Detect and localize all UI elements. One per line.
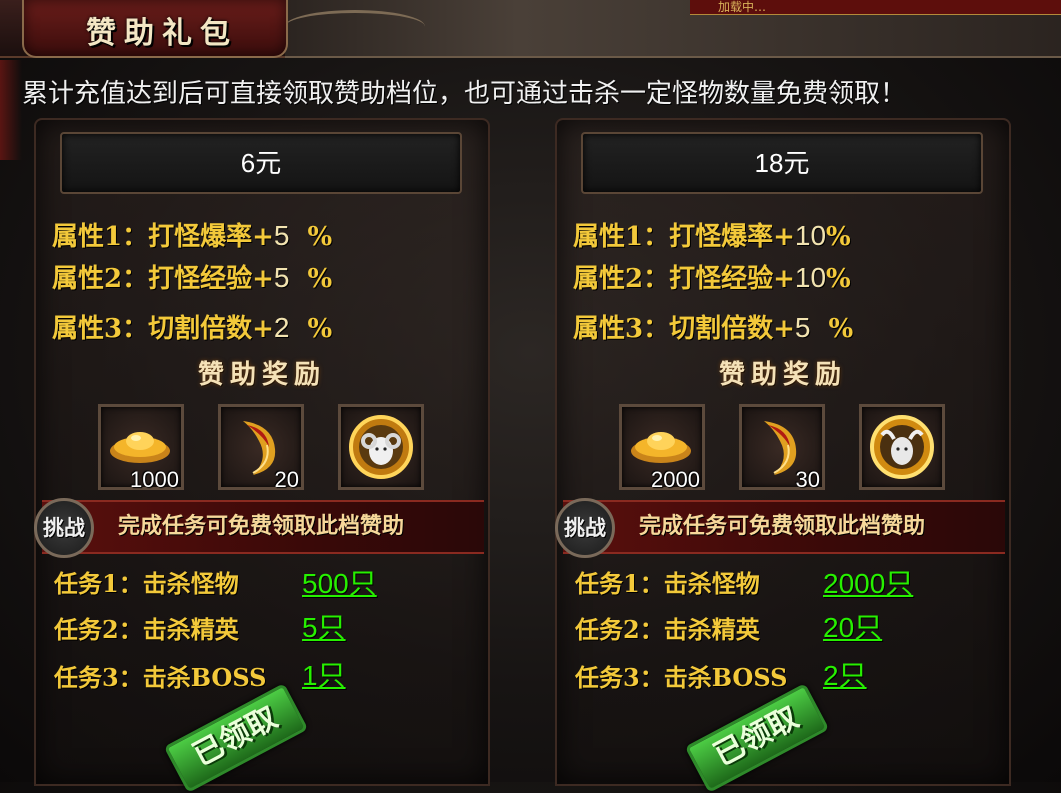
attribute-1: 属性1：打怪爆率+10% <box>573 218 851 254</box>
attribute-unit: % <box>307 314 333 344</box>
reward-title: 赞助奖励 <box>197 360 326 390</box>
attribute-label: 属性1：打怪爆率+ <box>52 222 274 252</box>
attribute-label: 属性3：切割倍数+ <box>573 314 795 344</box>
attribute-unit: % <box>826 222 851 252</box>
challenge-badge[interactable]: 挑战 <box>555 498 615 558</box>
notice-text: 累计充值达到后可直接领取赞助档位，也可通过击杀一定怪物数量免费领取！ <box>22 79 907 109</box>
title-tab: 赞助礼包 <box>22 0 288 58</box>
tier-price: 6元 <box>60 132 462 194</box>
claimed-stamp: 已领取 <box>163 683 309 793</box>
window-title: 赞助礼包 <box>86 16 238 51</box>
attribute-value: 2 <box>273 312 290 343</box>
attribute-value: 5 <box>273 220 290 251</box>
attribute-label: 属性1：打怪爆率+ <box>573 222 795 252</box>
gold-ingot-icon <box>110 432 170 463</box>
task-3-label: 任务3：击杀BOSS <box>54 663 267 692</box>
task-1-target-link[interactable]: 2000只 <box>823 564 913 604</box>
attribute-unit: % <box>307 222 333 252</box>
attribute-label: 属性2：打怪经验+ <box>573 264 795 294</box>
attribute-unit: % <box>826 264 851 294</box>
attribute-1: 属性1：打怪爆率+5% <box>52 218 332 254</box>
reward-item-horn[interactable]: 20 <box>218 404 304 492</box>
reward-item-medal[interactable] <box>859 404 945 490</box>
task-1-target-link[interactable]: 500只 <box>302 564 377 604</box>
reward-count: 20 <box>274 467 299 492</box>
reward-item-gold[interactable]: 1000 <box>98 404 184 492</box>
challenge-text: 完成任务可免费领取此档赞助 <box>118 514 405 539</box>
task-3-label: 任务3：击杀BOSS <box>575 663 788 692</box>
reward-item-horn[interactable]: 30 <box>739 404 825 492</box>
task-1-label: 任务1：击杀怪物 <box>54 569 239 598</box>
reward-count: 30 <box>795 467 820 492</box>
attribute-3: 属性3：切割倍数+5% <box>573 310 853 346</box>
attribute-label: 属性2：打怪经验+ <box>52 264 274 294</box>
gold-ingot-icon <box>631 432 691 463</box>
ram-medal-icon <box>349 415 413 479</box>
task-2-label: 任务2：击杀精英 <box>54 615 239 644</box>
challenge-banner[interactable]: 挑战 完成任务可免费领取此档赞助 <box>555 498 1005 558</box>
attribute-3: 属性3：切割倍数+2% <box>52 310 332 346</box>
attribute-2: 属性2：打怪经验+5% <box>52 260 332 296</box>
sponsor-tier-panel-1: 6元 属性1：打怪爆率+5% 属性2：打怪经验+5% 属性3：切割倍数+2% 赞… <box>34 118 490 793</box>
task-2-label: 任务2：击杀精英 <box>575 615 760 644</box>
challenge-text: 完成任务可免费领取此档赞助 <box>639 514 926 539</box>
reward-title: 赞助奖励 <box>718 360 847 390</box>
reward-count: 1000 <box>130 467 179 492</box>
tier-price: 18元 <box>581 132 983 194</box>
attribute-label: 属性3：切割倍数+ <box>52 314 274 344</box>
sponsor-tier-panel-2: 18元 属性1：打怪爆率+10% 属性2：打怪经验+10% 属性3：切割倍数+5… <box>555 118 1011 793</box>
ticker-text: 加载中… <box>718 0 767 14</box>
attribute-unit: % <box>307 264 333 294</box>
task-1-label: 任务1：击杀怪物 <box>575 569 760 598</box>
reward-count: 2000 <box>651 467 700 492</box>
attribute-unit: % <box>828 314 854 344</box>
reward-item-medal[interactable] <box>338 404 424 490</box>
challenge-banner[interactable]: 挑战 完成任务可免费领取此档赞助 <box>34 498 484 558</box>
attribute-2: 属性2：打怪经验+10% <box>573 260 851 296</box>
top-ticker: 加载中… <box>690 0 1061 15</box>
challenge-badge[interactable]: 挑战 <box>34 498 94 558</box>
attribute-value: 10 <box>794 262 827 293</box>
task-2-target-link[interactable]: 20只 <box>823 608 882 648</box>
attribute-value: 10 <box>794 220 827 251</box>
ox-medal-icon <box>870 415 934 479</box>
attribute-value: 5 <box>794 312 811 343</box>
task-3-target-link[interactable]: 2只 <box>823 656 867 696</box>
reward-item-gold[interactable]: 2000 <box>619 404 705 492</box>
task-3-target-link[interactable]: 1只 <box>302 656 346 696</box>
corner-decoration <box>0 60 22 160</box>
claimed-stamp: 已领取 <box>684 683 830 793</box>
attribute-value: 5 <box>273 262 290 293</box>
task-2-target-link[interactable]: 5只 <box>302 608 346 648</box>
